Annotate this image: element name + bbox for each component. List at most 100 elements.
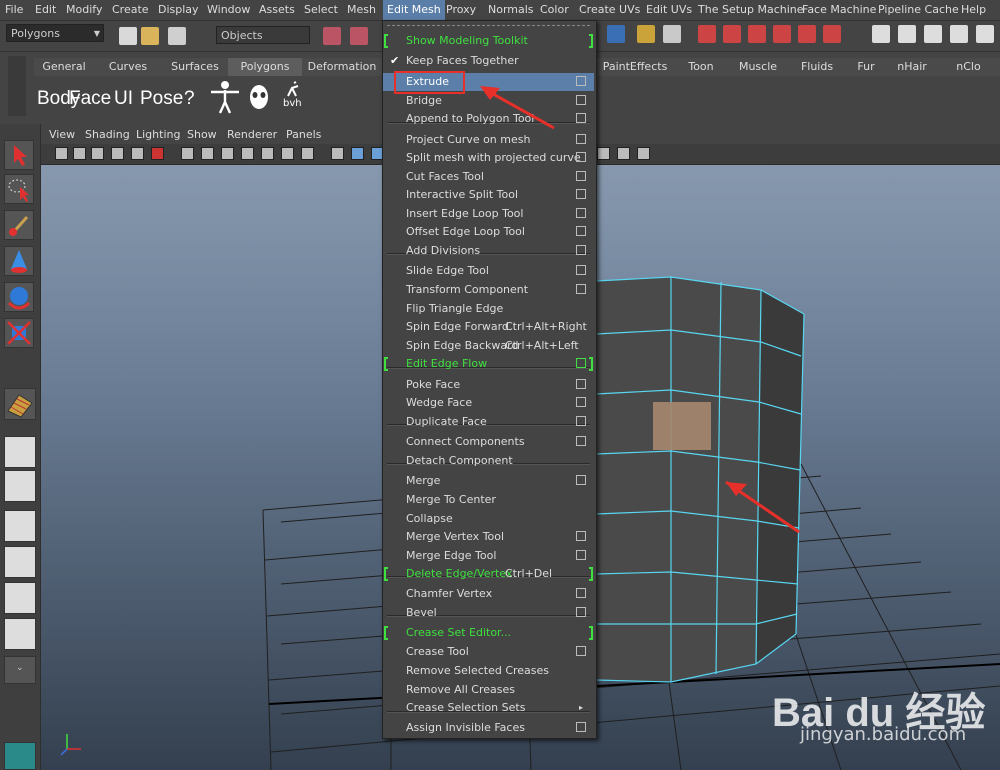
menu-item-offset-edge-loop-tool[interactable]: Offset Edge Loop Tool	[383, 223, 594, 241]
menu-item-edit-edge-flow[interactable]: Edit Edge Flow	[383, 355, 594, 373]
menu-item-spin-edge-forward[interactable]: Spin Edge Forward Ctrl+Alt+Right	[383, 318, 594, 336]
shelf-tab-toon[interactable]: Toon	[675, 58, 728, 76]
option-box-icon[interactable]	[576, 358, 586, 368]
menu-item-crease-set-editor[interactable]: Crease Set Editor...	[383, 624, 594, 642]
smooth-shade-icon[interactable]	[351, 147, 364, 160]
shelf-tab-surfaces[interactable]: Surfaces	[162, 58, 229, 76]
bookmark-icon[interactable]	[91, 147, 104, 160]
option-box-icon[interactable]	[576, 284, 586, 294]
menu-edit-uvs[interactable]: Edit UVs	[646, 3, 692, 16]
menu-display[interactable]: Display	[158, 3, 199, 16]
persp-graph-layout-icon[interactable]	[4, 546, 36, 578]
bvh-runner-icon[interactable]	[282, 80, 304, 98]
image-plane-icon[interactable]	[111, 147, 124, 160]
shelf-face-button[interactable]: Face	[69, 82, 111, 116]
skeleton-figure-icon[interactable]	[209, 80, 241, 114]
render-settings-icon[interactable]	[950, 25, 968, 43]
grease-pencil-icon[interactable]	[151, 147, 164, 160]
shelf-tab-painteffects[interactable]: PaintEffects	[595, 58, 676, 76]
option-box-icon[interactable]	[576, 226, 586, 236]
option-box-icon[interactable]	[576, 531, 586, 541]
panel-menu-shading[interactable]: Shading	[85, 128, 130, 141]
menu-item-collapse[interactable]: Collapse	[383, 510, 594, 528]
shelf-pose-button[interactable]: Pose	[140, 82, 183, 116]
menu-pipeline-cache[interactable]: Pipeline Cache	[878, 3, 959, 16]
menu-item-spin-edge-backward[interactable]: Spin Edge Backward Ctrl+Alt+Left	[383, 337, 594, 355]
shelf-tab-fur[interactable]: Fur	[845, 58, 888, 76]
single-view-layout-icon[interactable]	[4, 436, 36, 468]
menu-set-dropdown[interactable]: Polygons ▼	[6, 24, 104, 42]
menu-proxy[interactable]: Proxy	[446, 3, 476, 16]
shelf-tab-ncloth[interactable]: nClo	[937, 58, 1000, 76]
panel-menu-show[interactable]: Show	[187, 128, 217, 141]
menu-item-keep-faces-together[interactable]: ✔ Keep Faces Together	[383, 52, 594, 70]
menu-normals[interactable]: Normals	[488, 3, 534, 16]
cylinder-mesh[interactable]	[595, 276, 805, 683]
isolate-select-icon[interactable]	[617, 147, 630, 160]
option-box-icon[interactable]	[576, 379, 586, 389]
option-box-icon[interactable]	[576, 722, 586, 732]
snap-curve-icon[interactable]	[723, 25, 741, 43]
menu-item-split-mesh-with-projected-curve[interactable]: Split mesh with projected curve	[383, 149, 594, 167]
shelf-tab-muscle[interactable]: Muscle	[727, 58, 790, 76]
shelf-tab-curves[interactable]: Curves	[94, 58, 163, 76]
scale-tool-icon[interactable]	[4, 318, 34, 348]
camera-attributes-icon[interactable]	[73, 147, 86, 160]
camera-icon[interactable]	[55, 147, 68, 160]
select-highlight-icon[interactable]	[663, 25, 681, 43]
option-box-icon[interactable]	[576, 397, 586, 407]
menu-create[interactable]: Create	[112, 3, 149, 16]
option-box-icon[interactable]	[576, 550, 586, 560]
snap-point-icon[interactable]	[748, 25, 766, 43]
face-mask-icon[interactable]	[248, 84, 270, 112]
menu-item-merge-edge-tool[interactable]: Merge Edge Tool	[383, 547, 594, 565]
menu-modify[interactable]: Modify	[66, 3, 102, 16]
shelf-tab-deformation[interactable]: Deformation	[302, 58, 383, 76]
menu-item-wedge-face[interactable]: Wedge Face	[383, 394, 594, 412]
menu-mesh[interactable]: Mesh	[347, 3, 376, 16]
shelf-tab-polygons[interactable]: Polygons	[228, 58, 303, 76]
make-live-icon[interactable]	[798, 25, 816, 43]
rotate-tool-icon[interactable]	[4, 282, 34, 312]
menu-item-connect-components[interactable]: Connect Components	[383, 433, 594, 451]
menu-item-show-modeling-toolkit[interactable]: Show Modeling Toolkit	[383, 32, 594, 50]
menu-setup-machine[interactable]: The Setup Machine	[698, 3, 804, 16]
snap-grid-icon[interactable]	[698, 25, 716, 43]
xray-joints-icon[interactable]	[637, 147, 650, 160]
menu-face-machine[interactable]: Face Machine	[802, 3, 876, 16]
menu-help[interactable]: Help	[961, 3, 986, 16]
four-view-layout-icon[interactable]	[4, 470, 36, 502]
panel-menu-view[interactable]: View	[49, 128, 75, 141]
option-box-icon[interactable]	[576, 208, 586, 218]
persp-graph-hypershade-layout-icon[interactable]	[4, 618, 36, 650]
option-box-icon[interactable]	[576, 152, 586, 162]
option-box-icon[interactable]	[576, 134, 586, 144]
menu-item-flip-triangle-edge[interactable]: Flip Triangle Edge	[383, 300, 594, 318]
outliner-persp-layout-icon[interactable]	[4, 510, 36, 542]
move-tool-icon[interactable]	[4, 246, 34, 276]
safe-action-icon[interactable]	[281, 147, 294, 160]
menu-select[interactable]: Select	[304, 3, 338, 16]
lock-icon[interactable]	[637, 25, 655, 43]
shelf-help-button[interactable]: ?	[184, 82, 195, 116]
magnet-icon[interactable]	[823, 25, 841, 43]
menu-item-cut-faces-tool[interactable]: Cut Faces Tool	[383, 168, 594, 186]
menu-item-project-curve-on-mesh[interactable]: Project Curve on mesh	[383, 131, 594, 149]
save-scene-icon[interactable]	[168, 27, 186, 45]
ipr-render-icon[interactable]	[924, 25, 942, 43]
new-scene-icon[interactable]	[119, 27, 137, 45]
menu-assets[interactable]: Assets	[259, 3, 295, 16]
menu-item-insert-edge-loop-tool[interactable]: Insert Edge Loop Tool	[383, 205, 594, 223]
menu-edit[interactable]: Edit	[35, 3, 56, 16]
paint-select-tool-icon[interactable]	[4, 210, 34, 240]
menu-item-duplicate-face[interactable]: Duplicate Face	[383, 413, 594, 431]
menu-item-merge[interactable]: Merge	[383, 472, 594, 490]
shelf-menu-icon[interactable]	[8, 56, 26, 116]
tear-off-handle[interactable]	[387, 24, 590, 26]
selection-mode-dropdown[interactable]: Objects	[216, 26, 310, 44]
menu-item-interactive-split-tool[interactable]: Interactive Split Tool	[383, 186, 594, 204]
option-box-icon[interactable]	[576, 646, 586, 656]
menu-item-poke-face[interactable]: Poke Face	[383, 376, 594, 394]
layout-options-icon[interactable]: ⌄	[4, 656, 36, 684]
menu-item-assign-invisible-faces[interactable]: Assign Invisible Faces	[383, 719, 594, 737]
